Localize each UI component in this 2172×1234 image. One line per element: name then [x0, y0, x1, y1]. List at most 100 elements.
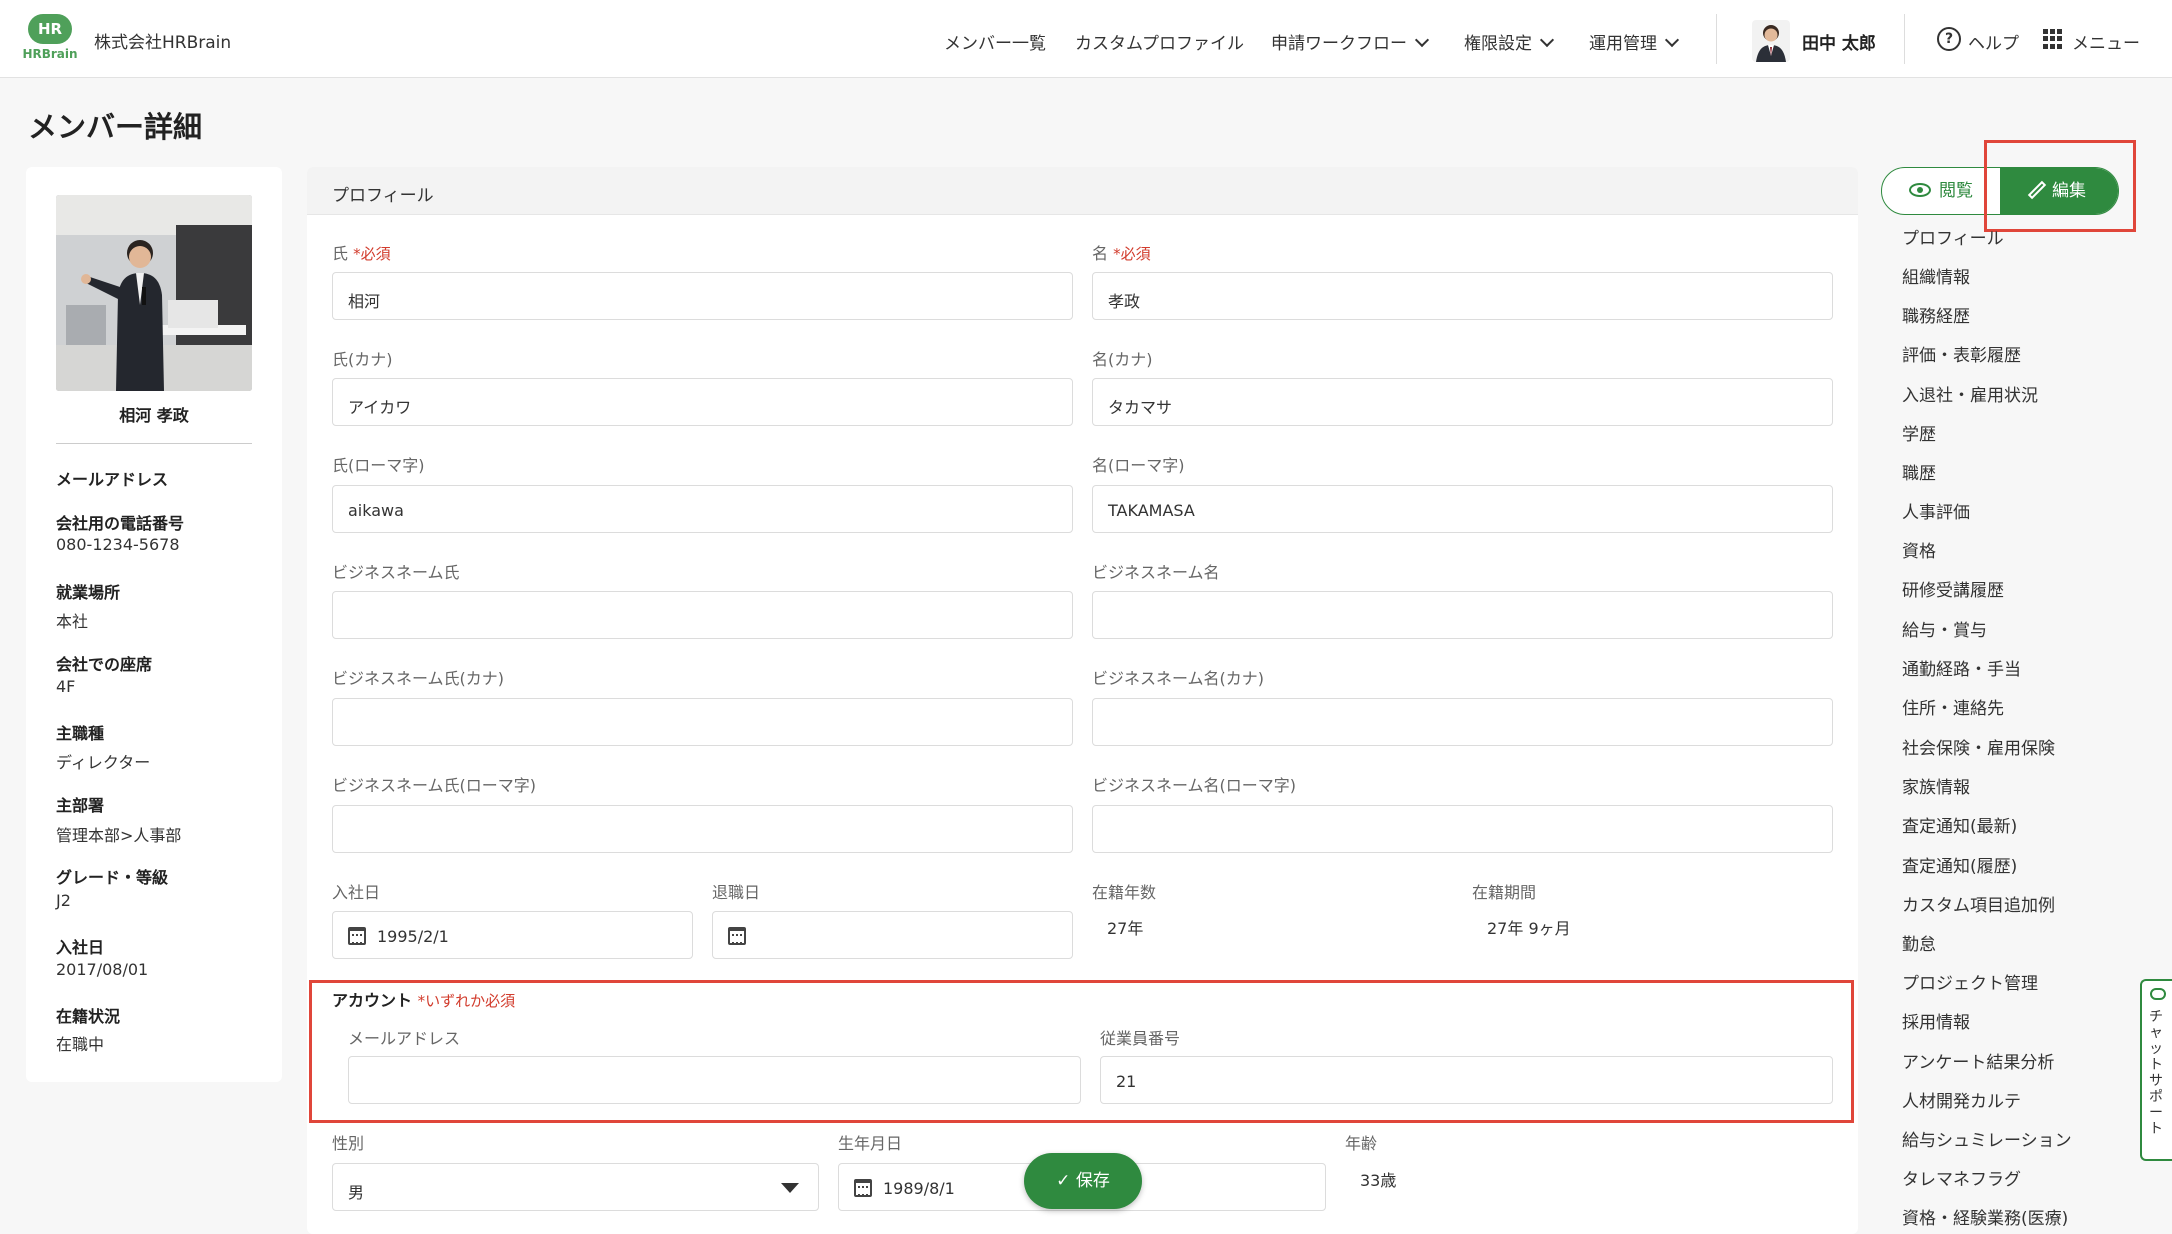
grade-label: グレード・等級 [56, 868, 169, 887]
biz-first-roman-input[interactable] [1092, 805, 1833, 853]
biz-first-kana-label: ビジネスネーム名(カナ) [1092, 669, 1265, 688]
biz-last-kana-input[interactable] [332, 698, 1073, 746]
section-nav-item[interactable]: タレマネフラグ [1902, 1165, 2021, 1190]
section-nav-item[interactable]: カスタム項目追加例 [1902, 891, 2055, 916]
user-name[interactable]: 田中 太郎 [1802, 29, 1876, 54]
section-nav-item[interactable]: 入退社・雇用状況 [1902, 381, 2038, 406]
section-nav-item[interactable]: 勤怠 [1902, 930, 1936, 955]
section-nav-item[interactable]: 住所・連絡先 [1902, 694, 2004, 719]
status-label: 在籍状況 [56, 1007, 121, 1026]
section-nav-item[interactable]: 職務経歴 [1902, 302, 1970, 327]
calendar-icon [348, 927, 366, 945]
age-value: 33歳 [1360, 1171, 1397, 1190]
biz-last-label: ビジネスネーム氏 [332, 563, 460, 582]
status-value: 在職中 [56, 1035, 105, 1054]
view-button[interactable]: 閲覧 [1882, 168, 2000, 214]
check-icon: ✓ [1056, 1171, 1071, 1191]
nav-operations-label: 運用管理 [1589, 34, 1657, 54]
logo-mark: HR [28, 14, 72, 44]
menu-link[interactable]: メニュー [2072, 29, 2140, 54]
section-nav-item[interactable]: 社会保険・雇用保険 [1902, 734, 2055, 759]
first-name-roman-input[interactable]: TAKAMASA [1092, 485, 1833, 533]
required-mark: *必須 [353, 245, 391, 263]
section-nav-item[interactable]: 人事評価 [1902, 498, 1970, 523]
view-label: 閲覧 [1939, 181, 1973, 201]
seat-value: 4F [56, 677, 76, 696]
tenure-years-label: 在籍年数 [1092, 883, 1157, 902]
first-name-label: 名 *必須 [1092, 240, 1151, 264]
biz-last-roman-input[interactable] [332, 805, 1073, 853]
top-header: HR HRBrain 株式会社HRBrain メンバー一覧 カスタムプロファイル… [0, 0, 2172, 78]
section-nav-item[interactable]: 職歴 [1902, 459, 1936, 484]
join-date-value: 1995/2/1 [377, 927, 449, 946]
section-nav-item[interactable]: 査定通知(最新) [1902, 812, 2017, 837]
section-nav-item[interactable]: アンケート結果分析 [1902, 1048, 2054, 1073]
biz-last-roman-label: ビジネスネーム氏(ローマ字) [332, 776, 537, 795]
help-icon[interactable]: ? [1937, 27, 1961, 51]
join-date-value: 2017/08/01 [56, 960, 149, 979]
phone-value: 080-1234-5678 [56, 535, 180, 554]
biz-last-input[interactable] [332, 591, 1073, 639]
section-nav-item[interactable]: 評価・表彰履歴 [1902, 341, 2021, 366]
join-date-label: 入社日 [56, 938, 105, 957]
chevron-down-icon [1539, 32, 1555, 48]
department-label: 主部署 [56, 796, 105, 815]
last-name-roman-input[interactable]: aikawa [332, 485, 1073, 533]
nav-operations[interactable]: 運用管理 [1589, 29, 1680, 54]
nav-permissions-label: 権限設定 [1464, 34, 1532, 54]
chat-support-tab[interactable]: チャットサポート [2140, 979, 2172, 1161]
last-name-label-text: 氏 [332, 244, 349, 263]
calendar-icon [854, 1179, 872, 1197]
nav-custom-profile[interactable]: カスタムプロファイル [1075, 29, 1244, 54]
save-button[interactable]: ✓ 保存 [1024, 1153, 1142, 1209]
first-name-kana-input[interactable]: タカマサ [1092, 378, 1833, 426]
section-nav-item[interactable]: 査定通知(履歴) [1902, 852, 2017, 877]
leave-date-picker[interactable] [712, 911, 1073, 959]
section-nav-item[interactable]: 資格 [1902, 537, 1936, 562]
section-nav-item[interactable]: 組織情報 [1902, 263, 1970, 288]
join-date-label: 入社日 [332, 883, 381, 902]
section-nav-item[interactable]: 研修受講履歴 [1902, 576, 2004, 601]
account-highlight-box [309, 980, 1854, 1123]
grid-menu-icon[interactable] [2043, 29, 2063, 49]
section-nav-item[interactable]: 人材開発カルテ [1902, 1087, 2021, 1112]
nav-workflow[interactable]: 申請ワークフロー [1271, 29, 1430, 54]
first-name-kana-label: 名(カナ) [1092, 350, 1153, 369]
section-title: プロフィール [332, 186, 434, 206]
age-label: 年齢 [1345, 1134, 1378, 1153]
biz-first-input[interactable] [1092, 591, 1833, 639]
last-name-input[interactable]: 相河 [332, 272, 1073, 320]
section-nav-item[interactable]: 採用情報 [1902, 1008, 1970, 1033]
required-mark: *必須 [1113, 245, 1151, 263]
first-name-input[interactable]: 孝政 [1092, 272, 1833, 320]
gender-select[interactable]: 男 [332, 1163, 819, 1211]
section-nav-item[interactable]: 通勤経路・手当 [1902, 655, 2021, 680]
biz-first-kana-input[interactable] [1092, 698, 1833, 746]
section-nav-item[interactable]: 給与シュミレーション [1902, 1126, 2072, 1151]
gender-label: 性別 [332, 1134, 365, 1153]
tenure-period-label: 在籍期間 [1472, 883, 1537, 902]
user-avatar[interactable] [1752, 20, 1790, 62]
section-nav-item[interactable]: プロジェクト管理 [1902, 969, 2038, 994]
section-nav-item[interactable]: プロフィール [1902, 224, 2004, 249]
section-nav-item[interactable]: 学歴 [1902, 420, 1936, 445]
member-photo [56, 195, 252, 391]
email-label: メールアドレス [56, 470, 169, 489]
edit-highlight-box [1984, 140, 2136, 232]
section-nav-item[interactable]: 家族情報 [1902, 773, 1970, 798]
company-name: 株式会社HRBrain [94, 33, 232, 53]
section-nav-item[interactable]: 資格・経験業務(医療) [1902, 1204, 2068, 1229]
chat-bubble-icon [2150, 988, 2166, 1000]
tenure-period-value: 27年 9ヶ月 [1487, 919, 1571, 938]
join-date-picker[interactable]: 1995/2/1 [332, 911, 693, 959]
calendar-icon [728, 927, 746, 945]
last-name-kana-input[interactable]: アイカワ [332, 378, 1073, 426]
help-link[interactable]: ヘルプ [1968, 29, 2019, 54]
nav-permissions[interactable]: 権限設定 [1464, 29, 1555, 54]
hrbrain-logo[interactable]: HR HRBrain [22, 14, 78, 66]
member-name: 相河 孝政 [119, 406, 189, 425]
nav-member-list[interactable]: メンバー一覧 [944, 29, 1046, 54]
divider [56, 443, 252, 444]
section-nav-item[interactable]: 給与・賞与 [1902, 616, 1987, 641]
page-title: メンバー詳細 [28, 110, 203, 144]
